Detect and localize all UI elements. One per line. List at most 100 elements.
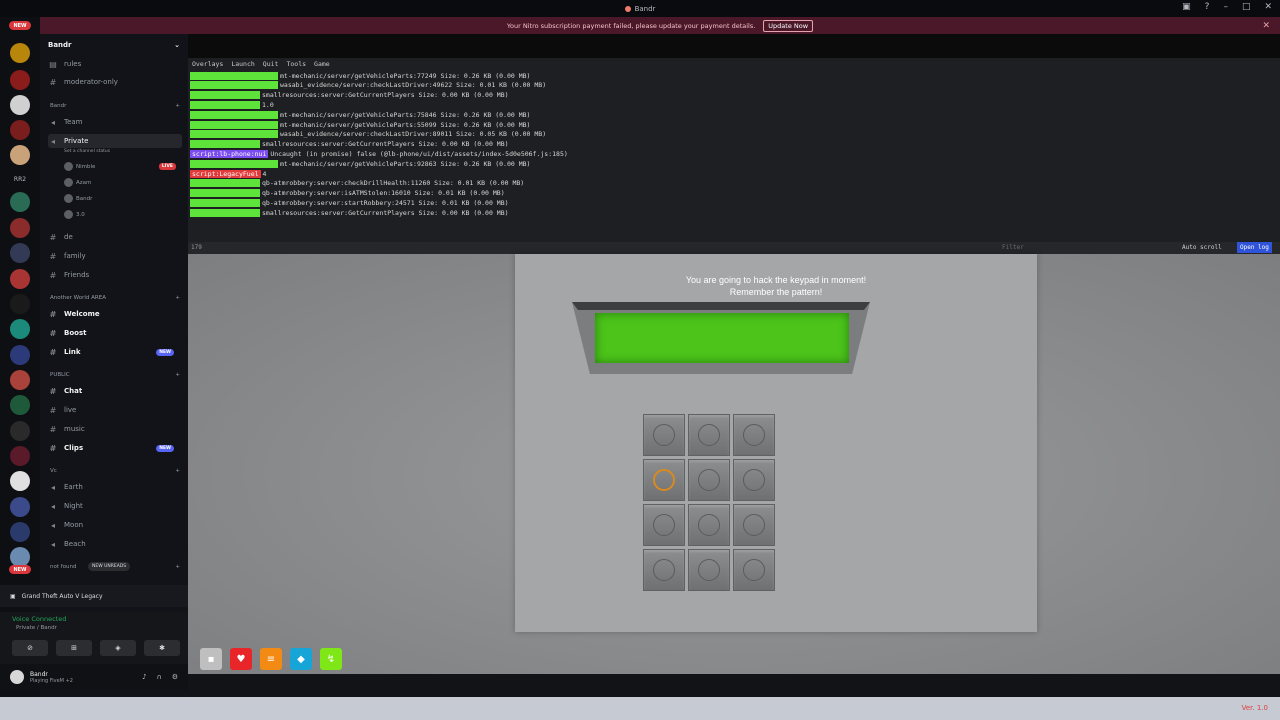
- screen-share-button[interactable]: ⊞: [56, 640, 92, 656]
- category-public[interactable]: PUBLIC +: [50, 372, 180, 378]
- plus-icon[interactable]: +: [175, 103, 180, 109]
- server-icon[interactable]: [10, 345, 30, 365]
- soundboard-button[interactable]: ✱: [144, 640, 180, 656]
- keypad-key[interactable]: [688, 549, 730, 591]
- channel-night[interactable]: ◂ Night: [48, 499, 182, 513]
- voice-user[interactable]: Azam: [64, 178, 180, 187]
- category-bandr[interactable]: Bandr +: [50, 103, 180, 109]
- channel-rules[interactable]: ▤ rules: [48, 57, 182, 71]
- channel-moderator-only[interactable]: # moderator-only: [48, 75, 182, 89]
- keypad-key[interactable]: [733, 459, 775, 501]
- server-icon[interactable]: [10, 395, 30, 415]
- server-icon[interactable]: [10, 243, 30, 263]
- new-unreads-pill[interactable]: NEW UNREADS: [88, 562, 131, 571]
- keypad-key[interactable]: [733, 549, 775, 591]
- voice-user[interactable]: Nimble LIVE: [64, 162, 180, 171]
- channel-boost[interactable]: # Boost: [48, 326, 182, 340]
- camera-off-button[interactable]: ⊘: [12, 640, 48, 656]
- channel-chat[interactable]: # Chat: [48, 384, 182, 398]
- channel-family[interactable]: # family: [48, 249, 182, 263]
- heart-icon: ♥: [230, 648, 252, 670]
- activity-button[interactable]: ◈: [100, 640, 136, 656]
- inbox-icon[interactable]: ▣: [1182, 2, 1191, 12]
- avatar[interactable]: [10, 670, 24, 684]
- key-ring-icon: [653, 514, 675, 536]
- update-now-button[interactable]: Update Now: [763, 19, 814, 32]
- log-line: script:LegacyFuel 4: [190, 169, 266, 178]
- channel-de[interactable]: # de: [48, 230, 182, 244]
- channel-welcome[interactable]: # Welcome: [48, 307, 182, 321]
- help-icon[interactable]: ?: [1205, 2, 1210, 12]
- keypad-key[interactable]: [643, 414, 685, 456]
- plus-icon[interactable]: +: [175, 468, 180, 474]
- maximize-button[interactable]: □: [1242, 2, 1251, 12]
- gear-icon[interactable]: ⚙: [172, 673, 178, 681]
- keypad-key[interactable]: [733, 504, 775, 546]
- server-icon[interactable]: [10, 547, 30, 567]
- server-icon[interactable]: [10, 145, 30, 165]
- channel-earth[interactable]: ◂ Earth: [48, 480, 182, 494]
- open-log-button[interactable]: Open log: [1237, 242, 1272, 253]
- channel-beach[interactable]: ◂ Beach: [48, 537, 182, 551]
- server-icon[interactable]: [10, 95, 30, 115]
- server-icon[interactable]: [10, 319, 30, 339]
- keypad-key[interactable]: [688, 504, 730, 546]
- close-button[interactable]: ✕: [1264, 2, 1272, 12]
- plus-icon[interactable]: +: [175, 372, 180, 378]
- channel-team[interactable]: ◂ Team: [48, 115, 182, 129]
- keypad-key[interactable]: [643, 549, 685, 591]
- server-icon[interactable]: [10, 120, 30, 140]
- server-icon[interactable]: [10, 218, 30, 238]
- minimize-button[interactable]: –: [1223, 2, 1228, 12]
- notice-close-icon[interactable]: ✕: [1262, 21, 1270, 31]
- headphones-icon[interactable]: ∩: [157, 673, 162, 681]
- channel-moon[interactable]: ◂ Moon: [48, 518, 182, 532]
- channel-music[interactable]: # music: [48, 422, 182, 436]
- keypad-key[interactable]: [688, 414, 730, 456]
- server-icon[interactable]: [10, 522, 30, 542]
- server-icon[interactable]: [10, 421, 30, 441]
- server-icon[interactable]: [10, 497, 30, 517]
- channel-live[interactable]: # live: [48, 403, 182, 417]
- channel-clips[interactable]: # Clips NEW: [48, 441, 182, 455]
- voice-user[interactable]: Bandr: [64, 194, 180, 203]
- server-icon[interactable]: [10, 70, 30, 90]
- microphone-icon[interactable]: ♪: [142, 673, 146, 681]
- category-another-world[interactable]: Another World AREA +: [50, 295, 180, 301]
- server-icon[interactable]: [10, 471, 30, 491]
- keypad-key[interactable]: [643, 504, 685, 546]
- channel-private[interactable]: ◂ Private: [48, 134, 182, 148]
- server-icon[interactable]: [10, 192, 30, 212]
- menu-overlays[interactable]: Overlays: [192, 60, 223, 68]
- voice-user[interactable]: 3.0: [64, 210, 180, 219]
- menu-tools[interactable]: Tools: [286, 60, 306, 68]
- menu-game[interactable]: Game: [314, 60, 330, 68]
- channel-friends[interactable]: # Friends: [48, 268, 182, 282]
- guild-header[interactable]: Bandr ⌄: [40, 34, 188, 56]
- auto-scroll-toggle[interactable]: Auto scroll: [1182, 244, 1222, 251]
- category-vc[interactable]: Vc +: [50, 468, 180, 474]
- plus-icon[interactable]: +: [175, 564, 180, 570]
- server-icon[interactable]: [10, 294, 30, 314]
- filter-input[interactable]: Filter: [1002, 244, 1024, 251]
- keypad-key[interactable]: [688, 459, 730, 501]
- server-icon[interactable]: [10, 269, 30, 289]
- channel-label: live: [64, 406, 77, 414]
- voice-status[interactable]: Voice Connected: [12, 615, 66, 623]
- plus-icon[interactable]: +: [175, 295, 180, 301]
- voice-location[interactable]: Private / Bandr: [16, 625, 57, 631]
- menu-launch[interactable]: Launch: [231, 60, 254, 68]
- channel-status[interactable]: Set a channel status: [64, 149, 180, 154]
- activity-bar[interactable]: ▣ Grand Theft Auto V Legacy: [0, 585, 188, 607]
- log-tag: [190, 130, 278, 139]
- server-icon[interactable]: [10, 370, 30, 390]
- chevron-down-icon[interactable]: ⌄: [174, 41, 180, 49]
- server-rr2[interactable]: RR2: [10, 171, 30, 187]
- server-icon[interactable]: [10, 43, 30, 63]
- channel-link[interactable]: # Link NEW: [48, 345, 182, 359]
- menu-quit[interactable]: Quit: [263, 60, 279, 68]
- keypad-key[interactable]: [643, 459, 685, 501]
- server-icon[interactable]: [10, 446, 30, 466]
- log-line: script:lb-phone:nui Uncaught (in promise)…: [190, 149, 568, 158]
- keypad-key[interactable]: [733, 414, 775, 456]
